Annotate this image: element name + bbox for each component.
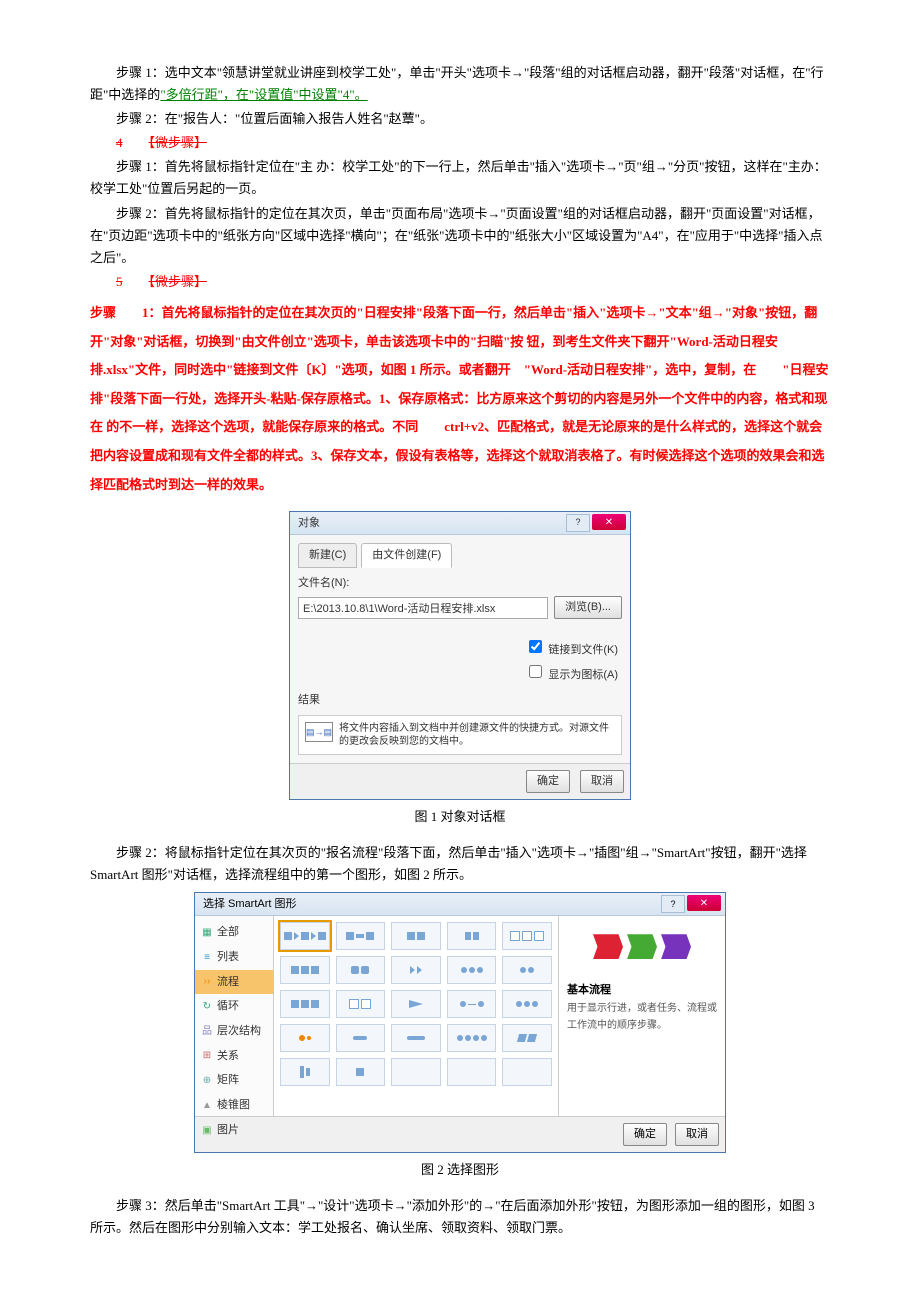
tab-from-file[interactable]: 由文件创建(F)	[361, 543, 452, 568]
graphic-thumb[interactable]	[447, 922, 497, 950]
graphic-thumb[interactable]	[336, 922, 386, 950]
graphic-thumb[interactable]	[391, 922, 441, 950]
category-matrix[interactable]: ⊕矩阵	[195, 1068, 273, 1093]
graphic-thumb[interactable]	[502, 956, 552, 984]
section4-step1: 步骤 1：首先将鼠标指针定位在"主 办：校学工处"的下一行上，然后单击"插入"选…	[90, 156, 830, 200]
link-to-file-checkbox[interactable]: 链接到文件(K)	[298, 637, 618, 660]
close-icon[interactable]: ✕	[592, 514, 626, 530]
graphic-thumb[interactable]	[336, 956, 386, 984]
show-as-icon-checkbox[interactable]: 显示为图标(A)	[298, 662, 618, 685]
heading-5-number: 5	[116, 274, 123, 289]
red-text-b: 或者翻开 "Word-活动日程安排"，选中，复制，在 "日程安排"段落下面一行处…	[90, 362, 828, 491]
filename-label: 文件名(N):	[298, 574, 622, 593]
graphic-thumb[interactable]	[502, 922, 552, 950]
graphic-thumb[interactable]	[391, 990, 441, 1018]
chevron-icon	[593, 934, 623, 959]
graphic-thumb[interactable]	[391, 1058, 441, 1086]
category-all[interactable]: ▦全部	[195, 920, 273, 945]
category-list: ▦全部 ≡列表 ››流程 ↻循环 品层次结构 ⊞关系 ⊕矩阵 ▲棱锥图 ▣图片	[195, 916, 274, 1116]
ok-button[interactable]: 确定	[623, 1123, 667, 1146]
step1-highlight: "多倍行距"，在"设置值"中设置"4"。	[160, 87, 367, 102]
graphic-thumb[interactable]	[447, 1024, 497, 1052]
step1-paragraph: 步骤 1：选中文本"领慧讲堂就业讲座到校学工处"，单击"开头"选项卡→"段落"组…	[90, 62, 830, 106]
heading-5: 5 【微步骤】	[90, 271, 830, 293]
heading-4-text: 【微步骤】	[149, 135, 208, 150]
result-description: 将文件内容插入到文档中并创建源文件的快捷方式。对源文件的更改会反映到您的文档中。	[339, 722, 615, 748]
result-label: 结果	[298, 691, 622, 710]
figure-2-caption: 图 2 选择图形	[90, 1159, 830, 1181]
graphic-thumb[interactable]	[391, 956, 441, 984]
ok-button[interactable]: 确定	[526, 770, 570, 793]
category-process[interactable]: ››流程	[195, 970, 273, 995]
preview-description: 用于显示行进，或者任务、流程或工作流中的顺序步骤。	[567, 1000, 717, 1034]
graphic-thumb[interactable]	[447, 956, 497, 984]
step3-paragraph: 步骤 3：然后单击"SmartArt 工具"→"设计"选项卡→"添加外形"的→"…	[90, 1195, 830, 1239]
dialog-tabs: 新建(C) 由文件创建(F)	[298, 543, 622, 568]
cancel-button[interactable]: 取消	[675, 1123, 719, 1146]
dialog-titlebar: 对象 ? ✕	[290, 512, 630, 535]
graphic-thumb[interactable]	[447, 1058, 497, 1086]
document-link-icon: ▤→▤	[305, 722, 333, 742]
cancel-button[interactable]: 取消	[580, 770, 624, 793]
figure-1: 对象 ? ✕ 新建(C) 由文件创建(F) 文件名(N): E:\2013.10…	[90, 511, 830, 800]
smartart-title: 选择 SmartArt 图形	[203, 895, 297, 914]
chevron-icon	[661, 934, 691, 959]
graphic-thumb[interactable]	[336, 1058, 386, 1086]
step2-smartart: 步骤 2：将鼠标指针定位在其次页的"报名流程"段落下面，然后单击"插入"选项卡→…	[90, 842, 830, 886]
graphic-thumb[interactable]	[280, 1058, 330, 1086]
preview-figure	[567, 924, 717, 969]
category-cycle[interactable]: ↻循环	[195, 994, 273, 1019]
category-pyramid[interactable]: ▲棱锥图	[195, 1093, 273, 1118]
thumbnail-grid	[274, 916, 558, 1116]
graphic-thumb[interactable]	[391, 1024, 441, 1052]
graphic-thumb[interactable]	[502, 1058, 552, 1086]
heading-4-number: 4	[116, 135, 123, 150]
heading-5-text: 【微步骤】	[149, 274, 208, 289]
category-relationship[interactable]: ⊞关系	[195, 1044, 273, 1069]
browse-button[interactable]: 浏览(B)...	[554, 596, 622, 619]
smartart-dialog: 选择 SmartArt 图形 ? ✕ ▦全部 ≡列表 ››流程 ↻循环 品层次结…	[194, 892, 726, 1153]
heading-4: 4 【微步骤】	[90, 132, 830, 154]
preview-title: 基本流程	[567, 981, 717, 1000]
graphic-thumb[interactable]	[447, 990, 497, 1018]
step2-paragraph: 步骤 2：在"报告人："位置后面输入报告人姓名"赵蕈"。	[90, 108, 830, 130]
figure-2: 选择 SmartArt 图形 ? ✕ ▦全部 ≡列表 ››流程 ↻循环 品层次结…	[90, 892, 830, 1153]
category-list[interactable]: ≡列表	[195, 945, 273, 970]
result-box: ▤→▤ 将文件内容插入到文档中并创建源文件的快捷方式。对源文件的更改会反映到您的…	[298, 715, 622, 755]
close-icon[interactable]: ✕	[687, 895, 721, 911]
graphic-thumb[interactable]	[336, 1024, 386, 1052]
object-dialog: 对象 ? ✕ 新建(C) 由文件创建(F) 文件名(N): E:\2013.10…	[289, 511, 631, 800]
section4-step2: 步骤 2：首先将鼠标指针的定位在其次页，单击"页面布局"选项卡→"页面设置"组的…	[90, 203, 830, 269]
filename-input[interactable]: E:\2013.10.8\1\Word-活动日程安排.xlsx	[298, 597, 548, 619]
graphic-thumb[interactable]	[502, 990, 552, 1018]
dialog-title: 对象	[298, 514, 320, 533]
graphic-thumb[interactable]	[280, 956, 330, 984]
chevron-icon	[627, 934, 657, 959]
graphic-thumb[interactable]	[280, 1024, 330, 1052]
figure-1-caption: 图 1 对象对话框	[90, 806, 830, 828]
graphic-thumb[interactable]	[336, 990, 386, 1018]
smartart-titlebar: 选择 SmartArt 图形 ? ✕	[195, 893, 725, 916]
tab-new[interactable]: 新建(C)	[298, 543, 357, 568]
graphic-thumb[interactable]	[280, 922, 330, 950]
help-button[interactable]: ?	[661, 895, 685, 913]
category-picture[interactable]: ▣图片	[195, 1118, 273, 1143]
category-hierarchy[interactable]: 品层次结构	[195, 1019, 273, 1044]
help-button[interactable]: ?	[566, 514, 590, 532]
red-instruction-block: 步骤 1：首先将鼠标指针的定位在其次页的"日程安排"段落下面一行，然后单击"插入…	[90, 299, 830, 499]
graphic-thumb[interactable]	[502, 1024, 552, 1052]
graphic-thumb[interactable]	[280, 990, 330, 1018]
preview-pane: 基本流程 用于显示行进，或者任务、流程或工作流中的顺序步骤。	[558, 916, 725, 1116]
